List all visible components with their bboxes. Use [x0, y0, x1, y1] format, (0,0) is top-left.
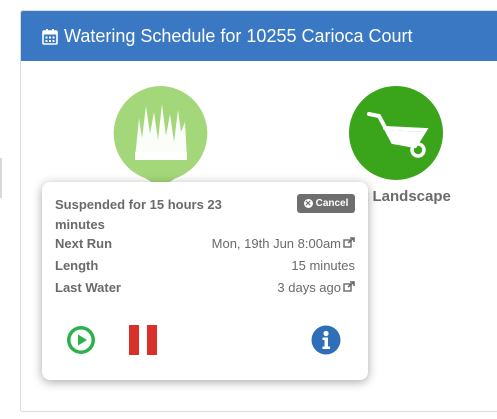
external-link-icon[interactable] [343, 236, 355, 251]
next-run-value: Mon, 19th Jun 8:00am [211, 236, 341, 251]
grass-icon [113, 86, 208, 188]
cancel-button[interactable]: ✕ Cancel [297, 194, 355, 213]
pause-button[interactable] [128, 325, 158, 355]
length-value: 15 minutes [291, 258, 355, 273]
play-button[interactable] [66, 325, 96, 355]
cancel-label: Cancel [315, 198, 349, 209]
last-water-row: Last Water 3 days ago [55, 280, 355, 298]
last-water-label: Last Water [55, 280, 121, 295]
external-link-icon[interactable] [343, 280, 355, 295]
last-water-value: 3 days ago [277, 280, 341, 295]
length-row: Length 15 minutes [55, 258, 355, 276]
wheelbarrow-icon [349, 86, 443, 180]
pause-icon [129, 325, 157, 355]
popover-actions [42, 322, 368, 358]
next-run-row: Next Run Mon, 19th Jun 8:00am [55, 236, 355, 254]
suspended-status: Suspended for 15 hours 23 minutes [55, 197, 222, 232]
landscape-zone-button[interactable] [349, 86, 443, 180]
next-run-label: Next Run [55, 236, 113, 251]
close-icon: ✕ [303, 199, 313, 208]
zone-status-popover: Suspended for 15 hours 23 minutes ✕ Canc… [42, 182, 368, 380]
info-icon [311, 325, 341, 355]
page-title: Watering Schedule for 10255 Carioca Cour… [64, 25, 413, 46]
info-button[interactable] [311, 325, 341, 355]
play-icon [67, 326, 95, 354]
scroll-edge [0, 158, 2, 198]
panel-header: Watering Schedule for 10255 Carioca Cour… [21, 11, 497, 61]
landscape-zone-label: et Landscape [355, 188, 451, 205]
calendar-icon [42, 28, 58, 45]
length-label: Length [55, 258, 99, 273]
lawn-zone-button[interactable] [113, 86, 208, 188]
